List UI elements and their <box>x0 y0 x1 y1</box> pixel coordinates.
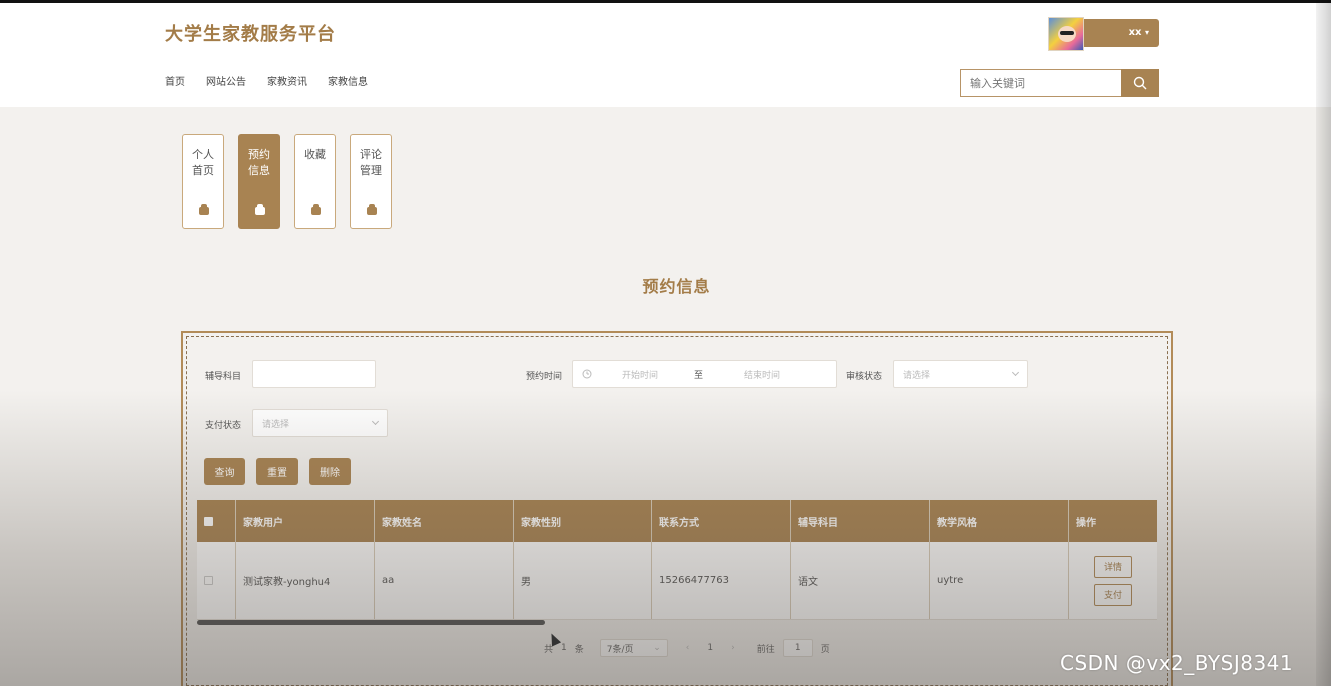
tab-label-line2: 管理 <box>360 164 382 177</box>
watermark: CSDN @vx2_BYSJ8341 <box>1060 651 1294 675</box>
home-icon <box>199 204 209 215</box>
tab-label-line2: 信息 <box>248 164 270 177</box>
select-all-checkbox[interactable] <box>204 516 213 526</box>
col-header: 家教性别 <box>514 500 652 542</box>
date-separator: 至 <box>694 370 704 381</box>
avatar <box>1048 17 1084 51</box>
goto-suffix: 页 <box>820 644 830 655</box>
total-suffix: 条 <box>574 644 584 655</box>
cell-ops: 详情 支付 <box>1069 542 1157 619</box>
nav-home[interactable]: 首页 <box>165 73 185 88</box>
audit-select[interactable]: 请选择 <box>893 360 1028 388</box>
main-nav: 首页 网站公告 家教资讯 家教信息 <box>165 73 368 88</box>
col-header: 家教姓名 <box>375 500 514 542</box>
subject-input[interactable] <box>252 360 376 388</box>
user-menu[interactable]: xx ▾ <box>1048 17 1159 51</box>
pay-select[interactable]: 请选择 <box>252 409 388 437</box>
header-select-all <box>197 500 236 542</box>
col-header: 操作 <box>1076 517 1096 529</box>
avatar-glasses <box>1060 31 1074 35</box>
tab-favorites[interactable]: 收藏 <box>294 134 336 229</box>
page-size-select[interactable]: 7条/页 ⌄ <box>599 639 668 657</box>
subject-label: 辅导科目 <box>205 372 242 382</box>
caret-down-icon: ▾ <box>1144 28 1149 37</box>
nav-tutor-info[interactable]: 家教信息 <box>328 73 368 88</box>
search-input[interactable] <box>960 69 1121 97</box>
chevron-down-icon: ⌄ <box>653 643 661 653</box>
query-button[interactable]: 查询 <box>204 458 245 485</box>
tab-label-line1: 个人 <box>192 148 214 161</box>
user-name: xx ▾ <box>1129 27 1149 38</box>
header: 大学生家教服务平台 首页 网站公告 家教资讯 家教信息 xx ▾ <box>0 3 1331 107</box>
tab-appointments[interactable]: 预约 信息 <box>238 134 280 229</box>
pay-select-placeholder: 请选择 <box>262 419 290 430</box>
tab-label-line1: 收藏 <box>304 148 326 161</box>
nav-notice[interactable]: 网站公告 <box>206 73 246 88</box>
table-header: 家教用户 家教姓名 家教性别 联系方式 辅导科目 教学风格 操作 <box>197 500 1157 542</box>
search-bar <box>960 69 1159 97</box>
total-count: 1 <box>561 643 567 653</box>
pay-label: 支付状态 <box>205 421 242 431</box>
tab-comments[interactable]: 评论 管理 <box>350 134 392 229</box>
page-title: 预约信息 <box>642 277 711 296</box>
search-button[interactable] <box>1121 69 1159 97</box>
col-header: 教学风格 <box>930 500 1069 542</box>
pay-button[interactable]: 支付 <box>1094 583 1132 606</box>
cell-gender: 男 <box>514 542 652 619</box>
delete-button[interactable]: 删除 <box>309 458 351 485</box>
tab-label-line1: 评论 <box>360 148 382 161</box>
cell-user: 测试家教-yonghu4 <box>236 542 375 619</box>
page-size-value: 7条/页 <box>606 644 634 655</box>
pagination: 共 1 条 7条/页 ⌄ ‹ 1 › 前往 1 页 <box>544 639 830 657</box>
detail-button[interactable]: 详情 <box>1094 555 1132 578</box>
clock-icon <box>582 369 592 379</box>
col-header: 联系方式 <box>652 500 791 542</box>
reset-button[interactable]: 重置 <box>256 458 298 485</box>
cell-phone: 15266477763 <box>652 542 791 619</box>
prev-page-icon[interactable]: ‹ <box>686 643 690 653</box>
user-center-tabs: 个人 首页 预约 信息 收藏 评论 管理 <box>182 134 392 229</box>
col-header: 家教用户 <box>236 500 375 542</box>
appointments-table: 家教用户 家教姓名 家教性别 联系方式 辅导科目 教学风格 操作 测试家教-yo… <box>197 500 1157 620</box>
tab-personal-home[interactable]: 个人 首页 <box>182 134 224 229</box>
goto-page-input[interactable]: 1 <box>782 639 813 657</box>
date-end-placeholder: 结束时间 <box>744 370 781 381</box>
next-page-icon[interactable]: › <box>731 643 735 653</box>
date-range-picker[interactable]: 开始时间 至 结束时间 <box>572 360 837 388</box>
row-checkbox[interactable] <box>204 576 213 585</box>
tab-label-line2: 首页 <box>192 164 214 177</box>
cell-style: uytre <box>930 542 1069 619</box>
horizontal-scrollbar[interactable] <box>197 620 545 625</box>
audit-label: 审核状态 <box>846 372 883 382</box>
cell-subject: 语文 <box>791 542 930 619</box>
chevron-down-icon <box>371 417 380 426</box>
table-row: 测试家教-yonghu4 aa 男 15266477763 语文 uytre 详… <box>197 542 1157 620</box>
site-title: 大学生家教服务平台 <box>165 24 336 45</box>
home-icon <box>255 204 265 215</box>
nav-news[interactable]: 家教资讯 <box>267 73 307 88</box>
tab-label-line1: 预约 <box>248 148 270 161</box>
user-name-text: xx <box>1128 27 1142 38</box>
audit-select-placeholder: 请选择 <box>903 370 931 381</box>
goto-label: 前往 <box>756 644 775 655</box>
col-header: 辅导科目 <box>791 500 930 542</box>
current-page[interactable]: 1 <box>707 643 713 653</box>
date-start-placeholder: 开始时间 <box>622 370 659 381</box>
row-select-cell <box>197 542 236 619</box>
home-icon <box>311 204 321 215</box>
search-icon <box>1133 76 1147 90</box>
home-icon <box>367 204 377 215</box>
time-label: 预约时间 <box>526 372 563 382</box>
cell-name: aa <box>375 542 514 619</box>
chevron-down-icon <box>1011 368 1020 377</box>
